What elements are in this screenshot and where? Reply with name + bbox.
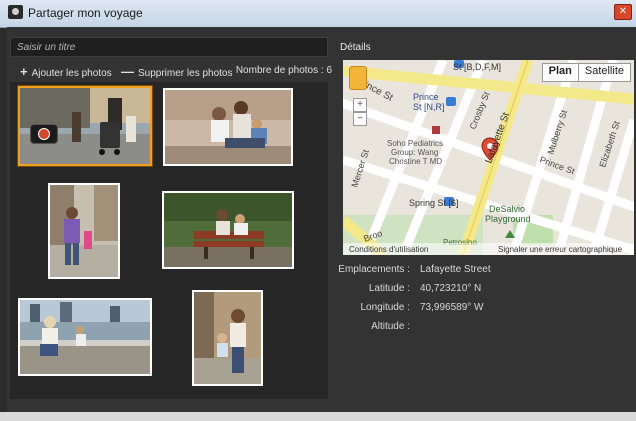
zoom-out-button[interactable]: − [353, 112, 367, 126]
photo-count-label: Nombre de photos : [235, 65, 324, 76]
photo-child-on-railing-image [20, 300, 150, 374]
minus-icon: — [121, 64, 134, 79]
photo-family-on-stairs-image [165, 90, 291, 164]
close-button[interactable]: ✕ [614, 4, 632, 20]
map-label-st-bdfm: St [B,D,F,M] [453, 62, 501, 72]
street-map[interactable]: Prince St St [B,D,F,M] Prince St [N,R] Cr… [343, 60, 634, 255]
longitude-value: 73,996589° W [420, 302, 484, 313]
photo-count-value: 6 [326, 65, 332, 76]
photo-woman-with-child-image [194, 292, 261, 384]
camera-icon [30, 124, 58, 144]
add-photos-button[interactable]: + Ajouter les photos [20, 64, 112, 79]
pegman-icon[interactable] [349, 66, 367, 90]
emplacement-label: Emplacements : [338, 264, 410, 275]
photo-street-family[interactable] [18, 86, 152, 166]
photo-child-on-railing[interactable] [18, 298, 152, 376]
map-label-soho-pediatrics: Soho Pediatrics Group: Wang Christine T MD [387, 139, 443, 166]
latitude-value: 40,723210° N [420, 283, 482, 294]
info-row-longitude: Longitude : 73,996589° W [340, 302, 630, 316]
plus-icon: + [20, 64, 28, 79]
info-row-altitude: Altitude : [340, 321, 630, 335]
photo-family-on-bench[interactable] [162, 191, 294, 269]
photo-woman-with-child[interactable] [192, 290, 263, 386]
remove-photos-label: Supprimer les photos [138, 68, 233, 79]
map-label-spring-st: Spring St [6] [409, 198, 459, 208]
info-row-emplacement: Emplacements : Lafayette Street [338, 264, 630, 278]
photo-family-on-stairs[interactable] [163, 88, 293, 166]
status-strip [0, 412, 636, 421]
info-row-latitude: Latitude : 40,723210° N [340, 283, 630, 297]
camera-icon [8, 5, 23, 19]
altitude-label: Altitude : [371, 321, 410, 332]
map-plan-button[interactable]: Plan [543, 64, 579, 81]
photo-count: Nombre de photos : 6 [236, 65, 332, 76]
photo-family-on-bench-image [164, 193, 292, 267]
map-type-toggle: Plan Satellite [541, 63, 631, 82]
photo-toolbar: + Ajouter les photos — Supprimer les photo… [10, 62, 332, 80]
latitude-label: Latitude : [368, 283, 410, 294]
details-heading: Détails [340, 42, 371, 53]
map-satellite-button[interactable]: Satellite [579, 64, 630, 81]
map-terms-link[interactable]: Conditions d'utilisation [349, 245, 428, 254]
add-photos-label: Ajouter les photos [31, 68, 112, 79]
zoom-in-button[interactable]: + [353, 98, 367, 112]
longitude-label: Longitude : [360, 302, 411, 313]
window-titlebar: Partager mon voyage ✕ [0, 0, 636, 28]
remove-photos-button[interactable]: — Supprimer les photos [121, 64, 233, 79]
photo-gallery [10, 82, 328, 399]
map-report-link[interactable]: Signaler une erreur cartographique [498, 245, 623, 254]
photo-man-with-child-image [50, 185, 118, 277]
map-view[interactable]: Prince St St [B,D,F,M] Prince St [N,R] Cr… [343, 60, 634, 255]
title-input[interactable]: Saisir un titre [10, 37, 328, 57]
window-title: Partager mon voyage [28, 6, 143, 20]
photo-man-with-child[interactable] [48, 183, 120, 279]
emplacement-value: Lafayette Street [420, 264, 491, 275]
map-label-desalvio: DeSalvio Playground [485, 204, 531, 224]
hospital-icon [432, 126, 440, 134]
